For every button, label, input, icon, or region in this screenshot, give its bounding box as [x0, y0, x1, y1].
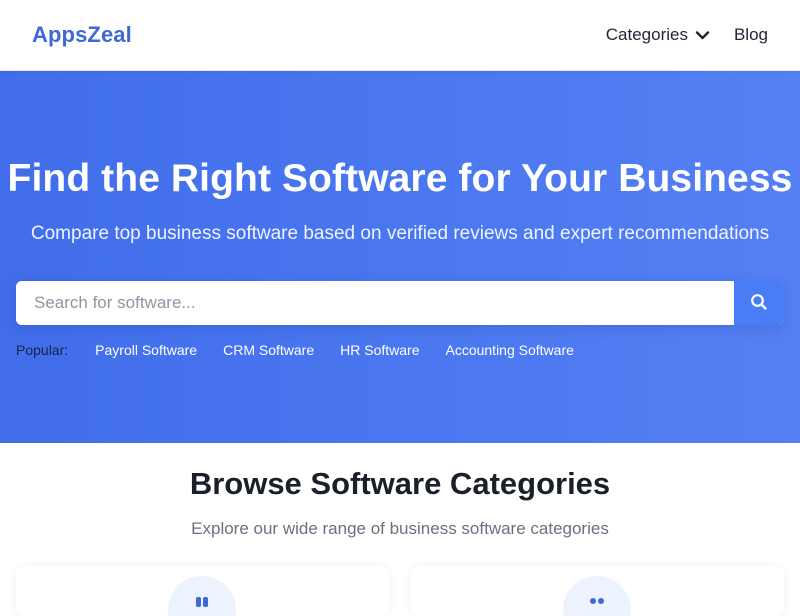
- popular-searches: Popular: Payroll Software CRM Software H…: [16, 341, 574, 359]
- site-header: AppsZeal Categories Blog: [0, 0, 800, 71]
- category-card[interactable]: [16, 566, 389, 616]
- category-icon: [585, 594, 609, 612]
- nav-blog-label: Blog: [733, 25, 768, 44]
- nav-categories-label: Categories: [605, 25, 688, 44]
- software-search-input[interactable]: [16, 281, 734, 325]
- main-nav: Categories Blog: [606, 25, 768, 45]
- category-card[interactable]: [411, 566, 784, 616]
- software-search-box: [16, 281, 784, 325]
- popular-link-crm-software[interactable]: CRM Software: [223, 341, 314, 359]
- nav-categories-button[interactable]: Categories: [606, 25, 710, 45]
- popular-link-hr-software[interactable]: HR Software: [340, 341, 419, 359]
- category-icon: [190, 594, 214, 612]
- hero-subtitle: Compare top business software based on v…: [30, 223, 770, 244]
- search-button[interactable]: [734, 281, 784, 325]
- popular-link-accounting-software[interactable]: Accounting Software: [445, 341, 573, 359]
- chevron-down-icon: [695, 30, 710, 40]
- popular-link-payroll-software[interactable]: Payroll Software: [95, 341, 197, 359]
- site-logo[interactable]: AppsZeal: [32, 22, 132, 48]
- hero-section: Find the Right Software for Your Busines…: [0, 71, 800, 443]
- hero-title: Find the Right Software for Your Busines…: [7, 157, 793, 200]
- categories-subtitle: Explore our wide range of business softw…: [191, 519, 609, 538]
- category-icon-container: [563, 576, 631, 616]
- search-icon: [750, 293, 768, 314]
- nav-blog-link[interactable]: Blog: [734, 25, 768, 45]
- categories-title: Browse Software Categories: [189, 466, 611, 501]
- category-icon-container: [168, 576, 236, 616]
- popular-label: Popular:: [16, 342, 69, 358]
